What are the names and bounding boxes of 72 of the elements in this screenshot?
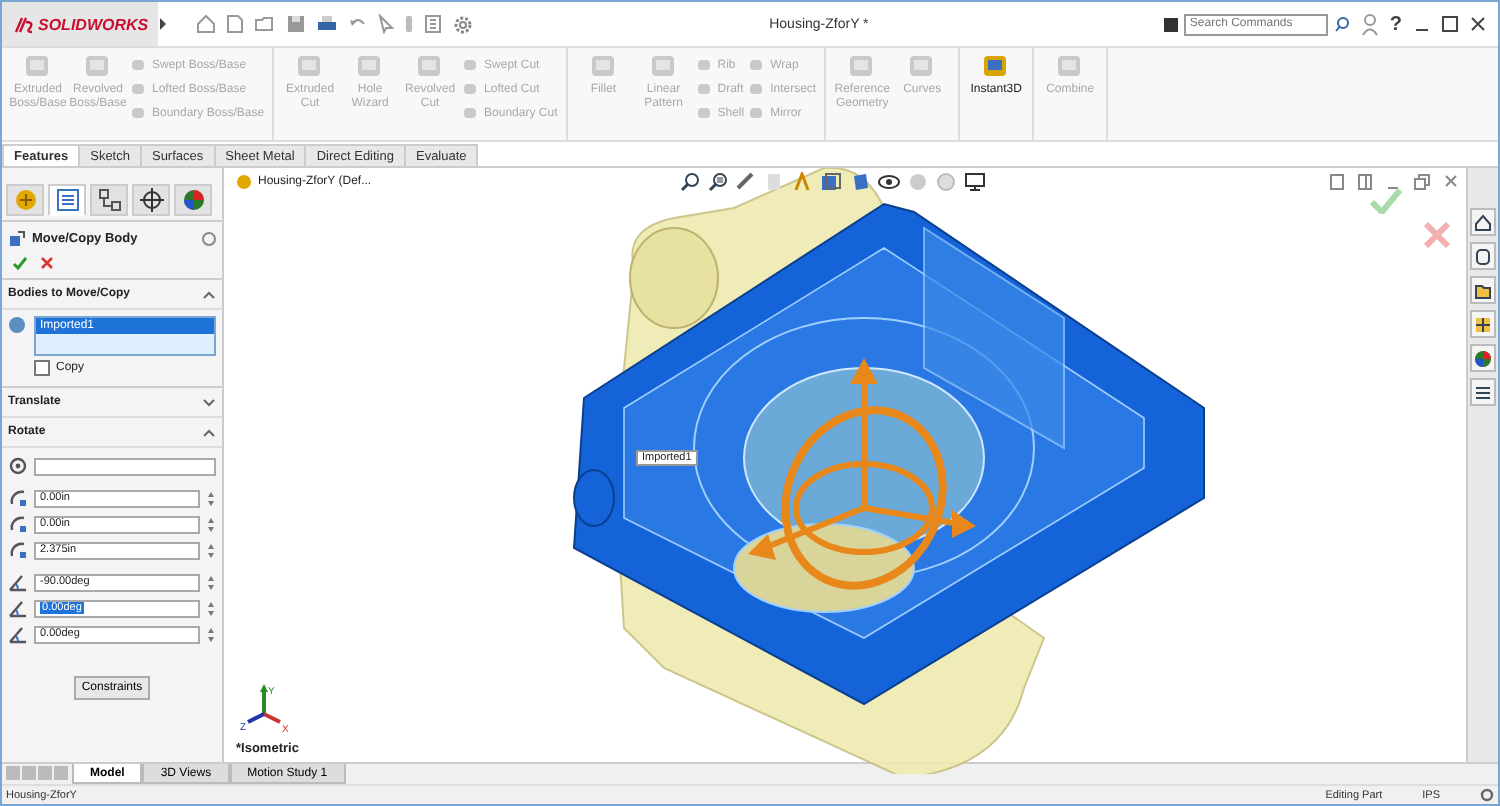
- body-icon: [8, 316, 26, 334]
- help-button[interactable]: ?: [1389, 13, 1402, 35]
- zoom-area-icon[interactable]: [708, 172, 728, 192]
- task-pane-button[interactable]: [1470, 310, 1496, 338]
- spin-arrows-icon[interactable]: [206, 599, 216, 617]
- color-sphere-icon: [181, 188, 205, 212]
- folder-icon[interactable]: [254, 14, 276, 34]
- color-sphere-icon: [1474, 349, 1492, 367]
- split-window-icon[interactable]: [1330, 174, 1344, 190]
- home-icon: [1474, 213, 1492, 231]
- new-document-icon[interactable]: [226, 14, 244, 34]
- rotation-point-icon: [8, 456, 28, 476]
- spin-arrows-icon[interactable]: [206, 489, 216, 507]
- user-icon[interactable]: [1361, 13, 1378, 35]
- ok-icon[interactable]: [12, 256, 28, 270]
- view-orientation-icon[interactable]: [820, 172, 842, 192]
- feature-tree-icon: [13, 188, 37, 212]
- logo-text: SOLIDWORKS: [38, 15, 149, 33]
- close-icon[interactable]: [1470, 16, 1486, 32]
- monitor-icon[interactable]: [964, 172, 986, 192]
- command-icon: [1163, 17, 1178, 31]
- home-icon[interactable]: [196, 14, 216, 34]
- maximize-icon[interactable]: [1442, 16, 1458, 32]
- restore-icon[interactable]: [1414, 174, 1430, 190]
- settings-icon[interactable]: [452, 13, 474, 35]
- pointer-icon[interactable]: [378, 14, 394, 34]
- task-pane-button[interactable]: [1470, 344, 1496, 372]
- display-style-icon[interactable]: [850, 172, 870, 192]
- cancel-icon[interactable]: [40, 256, 54, 270]
- part-icon: [236, 174, 252, 190]
- save-icon[interactable]: [286, 14, 306, 34]
- split-window-icon[interactable]: [1358, 174, 1372, 190]
- panel-tab[interactable]: [174, 184, 212, 216]
- collapse-chevron-icon[interactable]: [202, 427, 216, 437]
- expand-chevron-icon[interactable]: [202, 397, 216, 407]
- cylinder-icon: [1474, 247, 1492, 265]
- zoom-fit-icon[interactable]: [680, 172, 700, 192]
- spin-arrows-icon[interactable]: [206, 515, 216, 533]
- print-icon[interactable]: [316, 14, 338, 34]
- crosshair-icon: [139, 188, 163, 212]
- dynamic-annotation-icon[interactable]: [792, 172, 812, 192]
- task-pane-button[interactable]: [1470, 208, 1496, 236]
- move-body-icon: [8, 230, 26, 248]
- spin-arrows-icon[interactable]: [206, 625, 216, 643]
- eye-icon[interactable]: [878, 174, 900, 190]
- task-pane-button[interactable]: [1470, 378, 1496, 406]
- value-field[interactable]: [34, 457, 216, 475]
- spin-arrows-icon[interactable]: [206, 573, 216, 591]
- panel-tab[interactable]: [132, 184, 170, 216]
- ds-logo-icon: [14, 15, 34, 33]
- panel-tab[interactable]: [6, 184, 44, 216]
- spin-arrows-icon[interactable]: [206, 541, 216, 559]
- instant3d-icon: [982, 52, 1011, 80]
- settings-icon[interactable]: [1480, 788, 1494, 802]
- coordinate-icon: [8, 540, 28, 560]
- property-list-icon: [55, 188, 79, 212]
- collapse-chevron-icon[interactable]: [202, 289, 216, 299]
- configuration-icon: [97, 188, 121, 212]
- coordinate-icon: [8, 488, 28, 508]
- panel-tab[interactable]: [48, 184, 86, 216]
- task-pane-button[interactable]: [1470, 276, 1496, 304]
- expand-arrow-icon[interactable]: [158, 18, 168, 30]
- coordinate-icon: [8, 514, 28, 534]
- panel-tab[interactable]: [90, 184, 128, 216]
- list-icon: [1474, 383, 1492, 401]
- task-pane-button[interactable]: [1470, 242, 1496, 270]
- palette-icon: [1474, 315, 1492, 333]
- search-icon[interactable]: [1333, 16, 1350, 32]
- checkbox[interactable]: [34, 360, 50, 376]
- folder-icon: [1474, 281, 1492, 299]
- help-icon[interactable]: [202, 232, 216, 246]
- file-properties-icon[interactable]: [424, 14, 442, 34]
